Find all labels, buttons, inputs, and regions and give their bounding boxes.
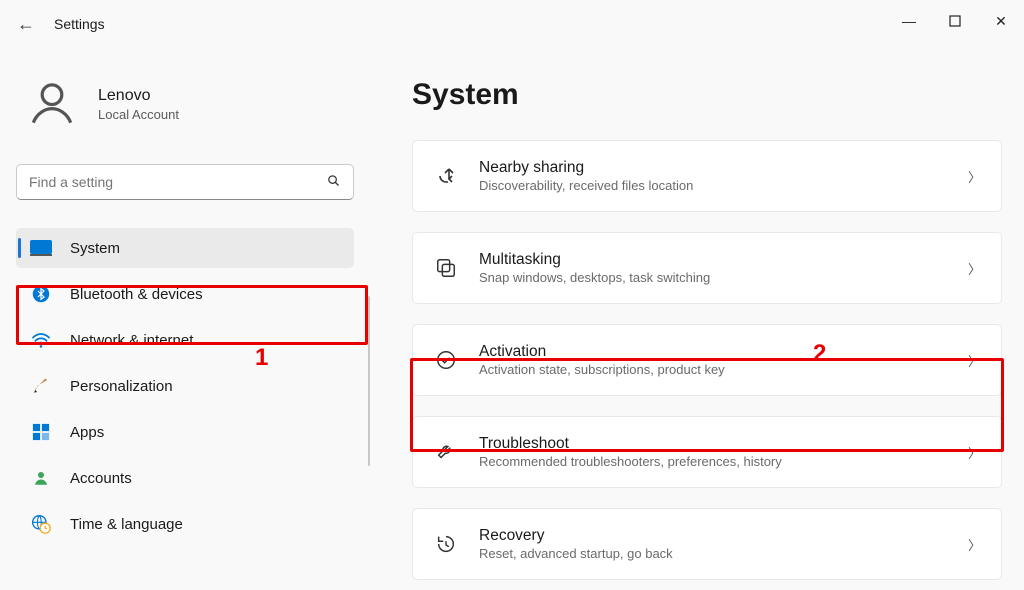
- card-title: Recovery: [479, 527, 948, 545]
- card-multitasking[interactable]: Multitasking Snap windows, desktops, tas…: [412, 232, 1002, 304]
- card-title: Nearby sharing: [479, 159, 948, 177]
- chevron-right-icon: 〉: [968, 259, 981, 278]
- nav-time[interactable]: Time & language: [16, 504, 354, 544]
- card-title: Troubleshoot: [479, 435, 948, 453]
- card-sub: Reset, advanced startup, go back: [479, 546, 948, 561]
- account-block[interactable]: Lenovo Local Account: [24, 76, 354, 132]
- search-input[interactable]: [29, 174, 326, 190]
- nav-label: Personalization: [70, 378, 173, 395]
- globe-clock-icon: [30, 513, 52, 535]
- nav-network[interactable]: Network & internet: [16, 320, 354, 360]
- nav-personalization[interactable]: Personalization: [16, 366, 354, 406]
- bluetooth-icon: [30, 283, 52, 305]
- annotation-number-2: 2: [813, 340, 826, 368]
- person-icon: [30, 467, 52, 489]
- nav-label: Network & internet: [70, 332, 193, 349]
- card-recovery[interactable]: Recovery Reset, advanced startup, go bac…: [412, 508, 1002, 580]
- chevron-right-icon: 〉: [968, 167, 981, 186]
- back-button[interactable]: ←: [6, 14, 46, 35]
- search-icon: [326, 173, 341, 191]
- nav-label: Apps: [70, 424, 104, 441]
- card-title: Activation: [479, 343, 948, 361]
- window-controls: — ✕: [886, 0, 1024, 42]
- nav-label: System: [70, 240, 120, 257]
- card-activation[interactable]: Activation Activation state, subscriptio…: [412, 324, 1002, 396]
- multitask-icon: [433, 255, 459, 281]
- card-title: Multitasking: [479, 251, 948, 269]
- avatar-icon: [24, 76, 80, 132]
- page-title: System: [412, 78, 1002, 112]
- card-sub: Snap windows, desktops, task switching: [479, 270, 948, 285]
- nav-apps[interactable]: Apps: [16, 412, 354, 452]
- share-icon: [433, 163, 459, 189]
- main-content: System Nearby sharing Discoverability, r…: [370, 48, 1024, 590]
- chevron-right-icon: 〉: [968, 535, 981, 554]
- nav-bluetooth[interactable]: Bluetooth & devices: [16, 274, 354, 314]
- sidebar: Lenovo Local Account System Bluetooth & …: [0, 48, 370, 590]
- card-sub: Activation state, subscriptions, product…: [479, 362, 948, 377]
- check-circle-icon: [433, 347, 459, 373]
- nav-list: System Bluetooth & devices Network & int…: [16, 228, 354, 544]
- nav-system[interactable]: System: [16, 228, 354, 268]
- card-sub: Discoverability, received files location: [479, 178, 948, 193]
- wrench-icon: [433, 439, 459, 465]
- account-name: Lenovo: [98, 87, 179, 105]
- nav-accounts[interactable]: Accounts: [16, 458, 354, 498]
- window-title: Settings: [54, 16, 105, 32]
- chevron-right-icon: 〉: [968, 351, 981, 370]
- card-troubleshoot[interactable]: Troubleshoot Recommended troubleshooters…: [412, 416, 1002, 488]
- annotation-number-1: 1: [255, 344, 268, 372]
- display-icon: [30, 237, 52, 259]
- minimize-button[interactable]: —: [886, 0, 932, 42]
- close-button[interactable]: ✕: [978, 0, 1024, 42]
- nav-label: Accounts: [70, 470, 132, 487]
- search-box[interactable]: [16, 164, 354, 200]
- titlebar: ← Settings: [0, 0, 1024, 48]
- card-sub: Recommended troubleshooters, preferences…: [479, 454, 948, 469]
- nav-label: Bluetooth & devices: [70, 286, 203, 303]
- chevron-right-icon: 〉: [968, 443, 981, 462]
- account-sub: Local Account: [98, 107, 179, 122]
- card-nearby-sharing[interactable]: Nearby sharing Discoverability, received…: [412, 140, 1002, 212]
- wifi-icon: [30, 329, 52, 351]
- maximize-button[interactable]: [932, 0, 978, 42]
- brush-icon: [30, 375, 52, 397]
- apps-icon: [30, 421, 52, 443]
- nav-label: Time & language: [70, 516, 183, 533]
- recovery-icon: [433, 531, 459, 557]
